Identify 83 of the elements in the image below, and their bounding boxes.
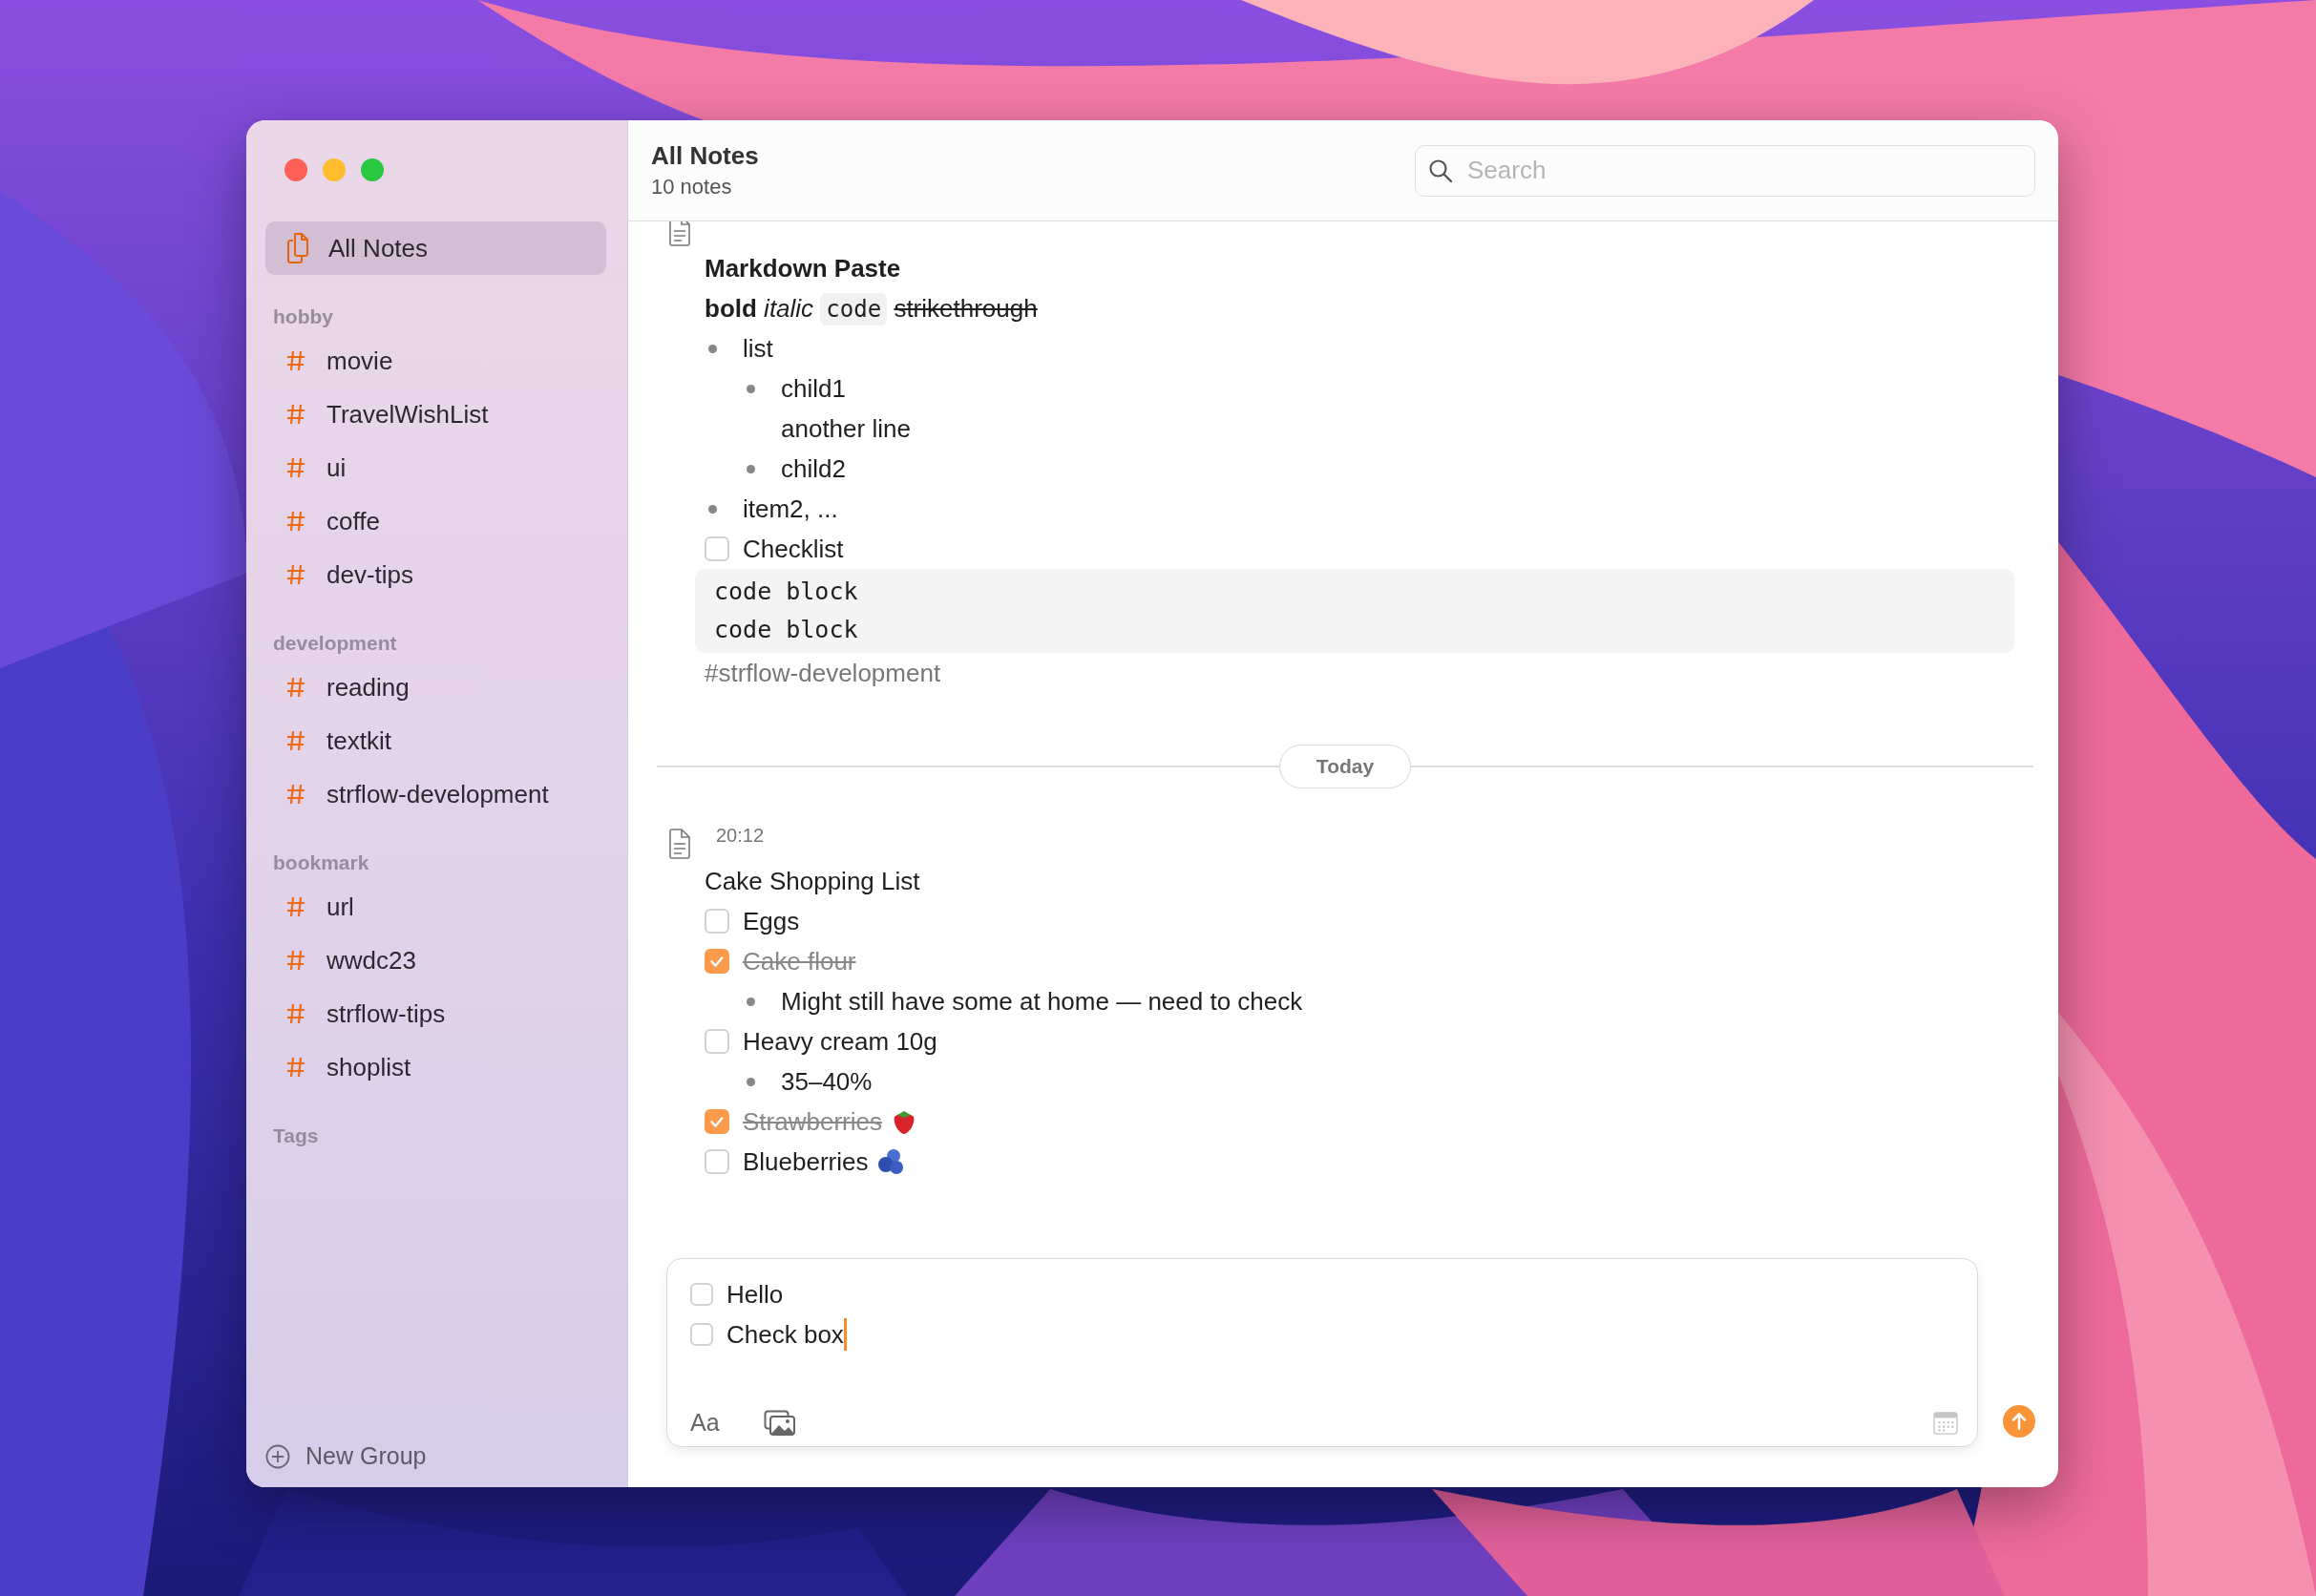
- checklist-item-text: Cake flour: [743, 946, 856, 976]
- bullet-icon: [747, 384, 755, 393]
- checkbox[interactable]: [690, 1283, 713, 1306]
- checklist-item-text: Strawberries: [743, 1106, 918, 1137]
- bullet-icon: [708, 344, 717, 353]
- checkbox[interactable]: [690, 1323, 713, 1346]
- hashtag-link[interactable]: #strflow-development: [705, 653, 941, 693]
- note-title: Markdown Paste: [705, 253, 902, 284]
- checkbox[interactable]: [705, 949, 729, 974]
- hashtag-icon: [286, 950, 307, 971]
- checkbox[interactable]: [705, 1149, 729, 1174]
- checkbox[interactable]: [705, 909, 729, 934]
- tag-item[interactable]: coffe: [265, 494, 606, 548]
- date-separator: Today: [1278, 745, 1412, 788]
- hashtag-icon: [286, 1003, 307, 1024]
- hashtag-icon: [286, 457, 307, 478]
- new-group-button[interactable]: New Group: [265, 1442, 606, 1470]
- tag-item[interactable]: dev-tips: [265, 548, 606, 601]
- tag-item[interactable]: strflow-development: [265, 767, 606, 821]
- note-title: Cake Shopping List: [705, 866, 921, 897]
- plus-circle-icon: [265, 1443, 290, 1469]
- list-title: All Notes: [651, 141, 759, 171]
- format-button[interactable]: Aa: [690, 1409, 720, 1437]
- bullet-icon: [747, 1077, 755, 1086]
- note-editor[interactable]: Hello Check box Aa: [666, 1258, 1978, 1447]
- group-heading: hobby: [273, 305, 334, 328]
- hashtag-icon: [286, 1057, 307, 1078]
- checkbox[interactable]: [705, 1029, 729, 1054]
- formatted-text: bold italic code strikethrough: [705, 293, 1038, 324]
- hashtag-icon: [286, 730, 307, 751]
- group-heading: bookmark: [273, 851, 370, 874]
- list-item-text: list: [743, 333, 773, 364]
- checklist-item-text: Check box: [726, 1319, 844, 1350]
- checklist-item-text: Heavy cream 10g: [743, 1026, 937, 1057]
- code-block: code block code block: [695, 569, 2014, 653]
- zoom-button[interactable]: [361, 158, 384, 181]
- bullet-icon: [708, 504, 717, 514]
- group-heading: Tags: [273, 1124, 320, 1147]
- hashtag-icon: [286, 564, 307, 585]
- document-icon: [668, 829, 691, 859]
- list-item-text: child1: [781, 373, 846, 404]
- bullet-icon: [747, 997, 755, 1006]
- send-button[interactable]: [2003, 1405, 2035, 1438]
- bullet-icon: [747, 464, 755, 473]
- checklist-item-text: Blueberries: [743, 1146, 905, 1177]
- tag-item[interactable]: url: [265, 880, 606, 934]
- text-cursor: [843, 1318, 847, 1351]
- hashtag-icon: [286, 511, 307, 532]
- checklist-item-text: Eggs: [743, 906, 800, 936]
- note-count: 10 notes: [651, 175, 733, 200]
- close-button[interactable]: [284, 158, 307, 181]
- list-item-text: Might still have some at home — need to check: [781, 986, 1303, 1017]
- tag-item[interactable]: wwdc23: [265, 934, 606, 987]
- tag-item[interactable]: textkit: [265, 714, 606, 767]
- list-item-text: another line: [781, 413, 911, 444]
- list-item-text: 35–40%: [781, 1066, 873, 1097]
- tag-item[interactable]: ui: [265, 441, 606, 494]
- tag-item[interactable]: shoplist: [265, 1040, 606, 1094]
- search-icon: [1428, 158, 1453, 183]
- checklist-item-text: Checklist: [743, 534, 844, 564]
- tag-item[interactable]: TravelWishList: [265, 388, 606, 441]
- checklist-item-text: Hello: [726, 1279, 784, 1310]
- documents-icon: [286, 233, 311, 263]
- hashtag-icon: [286, 404, 307, 425]
- photos-icon[interactable]: [763, 1409, 796, 1437]
- calendar-icon[interactable]: [1933, 1411, 1958, 1435]
- list-item-text: item2, ...: [743, 494, 838, 524]
- hashtag-icon: [286, 677, 307, 698]
- document-icon: [668, 221, 691, 246]
- search-field[interactable]: Search: [1415, 144, 2035, 197]
- checkbox[interactable]: [705, 1109, 729, 1134]
- hashtag-icon: [286, 784, 307, 805]
- note-time: 20:12: [716, 825, 765, 847]
- tag-item[interactable]: reading: [265, 661, 606, 714]
- minimize-button[interactable]: [323, 158, 346, 181]
- checkbox[interactable]: [705, 536, 729, 561]
- sidebar-item[interactable]: All Notes: [265, 221, 606, 275]
- list-item-text: child2: [781, 453, 846, 484]
- hashtag-icon: [286, 896, 307, 917]
- hashtag-icon: [286, 350, 307, 371]
- tag-item[interactable]: movie: [265, 334, 606, 388]
- tag-item[interactable]: strflow-tips: [265, 987, 606, 1040]
- group-heading: development: [273, 632, 398, 655]
